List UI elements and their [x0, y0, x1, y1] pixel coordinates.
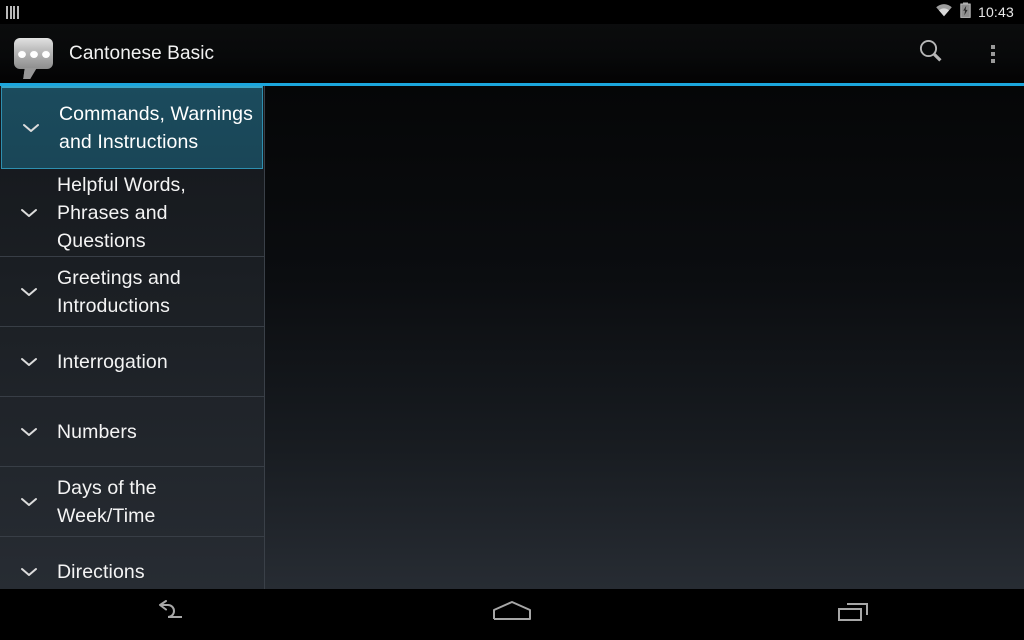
sidebar-item-numbers[interactable]: Numbers: [0, 397, 264, 467]
search-icon: [917, 37, 945, 70]
page-title: Cantonese Basic: [69, 42, 215, 64]
recent-apps-icon: [835, 600, 873, 629]
status-bar: 10:43: [0, 0, 1024, 24]
sidebar-item-label: Directions: [57, 560, 145, 583]
sidebar-item-label: Interrogation: [57, 350, 168, 373]
android-screen: 10:43 Cantonese Basic Commands, Warnings…: [0, 0, 1024, 640]
sidebar-item-days-of-the-week-time[interactable]: Days of the Week/Time: [0, 467, 264, 537]
sidebar-item-label: Days of the Week/Time: [57, 476, 157, 527]
chevron-down-icon[interactable]: [14, 207, 44, 219]
sidebar-item-commands-warnings-instructions[interactable]: Commands, Warnings and Instructions: [1, 86, 263, 169]
status-bar-left: [6, 5, 19, 19]
overflow-menu-icon: [991, 44, 995, 63]
system-navigation-bar: [0, 589, 1024, 640]
sidebar-item-interrogation[interactable]: Interrogation: [0, 327, 264, 397]
back-arrow-icon: [152, 600, 190, 629]
notification-bars-icon: [6, 5, 19, 19]
chevron-down-icon[interactable]: [16, 122, 46, 134]
chevron-down-icon[interactable]: [14, 566, 44, 578]
recent-apps-button[interactable]: [683, 589, 1024, 640]
sidebar-item-directions[interactable]: Directions: [0, 537, 264, 589]
sidebar-item-greetings-introductions[interactable]: Greetings and Introductions: [0, 257, 264, 327]
status-bar-right: 10:43: [935, 1, 1014, 23]
category-sidebar[interactable]: Commands, Warnings and Instructions Help…: [0, 86, 265, 589]
detail-panel: [265, 86, 1024, 589]
chevron-down-icon[interactable]: [14, 356, 44, 368]
chevron-down-icon[interactable]: [14, 426, 44, 438]
chevron-down-icon[interactable]: [14, 286, 44, 298]
sidebar-item-label: Helpful Words, Phrases and Questions: [57, 173, 186, 252]
status-bar-clock: 10:43: [977, 4, 1014, 20]
speech-bubble-icon: [14, 38, 53, 69]
action-bar-buttons: [900, 24, 1024, 83]
home-button[interactable]: [341, 589, 683, 640]
sidebar-item-helpful-words-phrases-questions[interactable]: Helpful Words, Phrases and Questions: [0, 169, 264, 257]
overflow-menu-button[interactable]: [962, 24, 1024, 83]
back-button[interactable]: [0, 589, 341, 640]
sidebar-item-label: Greetings and Introductions: [57, 266, 181, 317]
action-bar: Cantonese Basic: [0, 24, 1024, 83]
sidebar-item-label: Commands, Warnings and Instructions: [59, 103, 253, 153]
search-button[interactable]: [900, 24, 962, 83]
home-icon: [491, 600, 533, 629]
chevron-down-icon[interactable]: [14, 496, 44, 508]
wifi-icon: [935, 3, 953, 22]
battery-charging-icon: [960, 1, 971, 23]
content-area: Commands, Warnings and Instructions Help…: [0, 86, 1024, 589]
sidebar-item-label: Numbers: [57, 420, 137, 443]
